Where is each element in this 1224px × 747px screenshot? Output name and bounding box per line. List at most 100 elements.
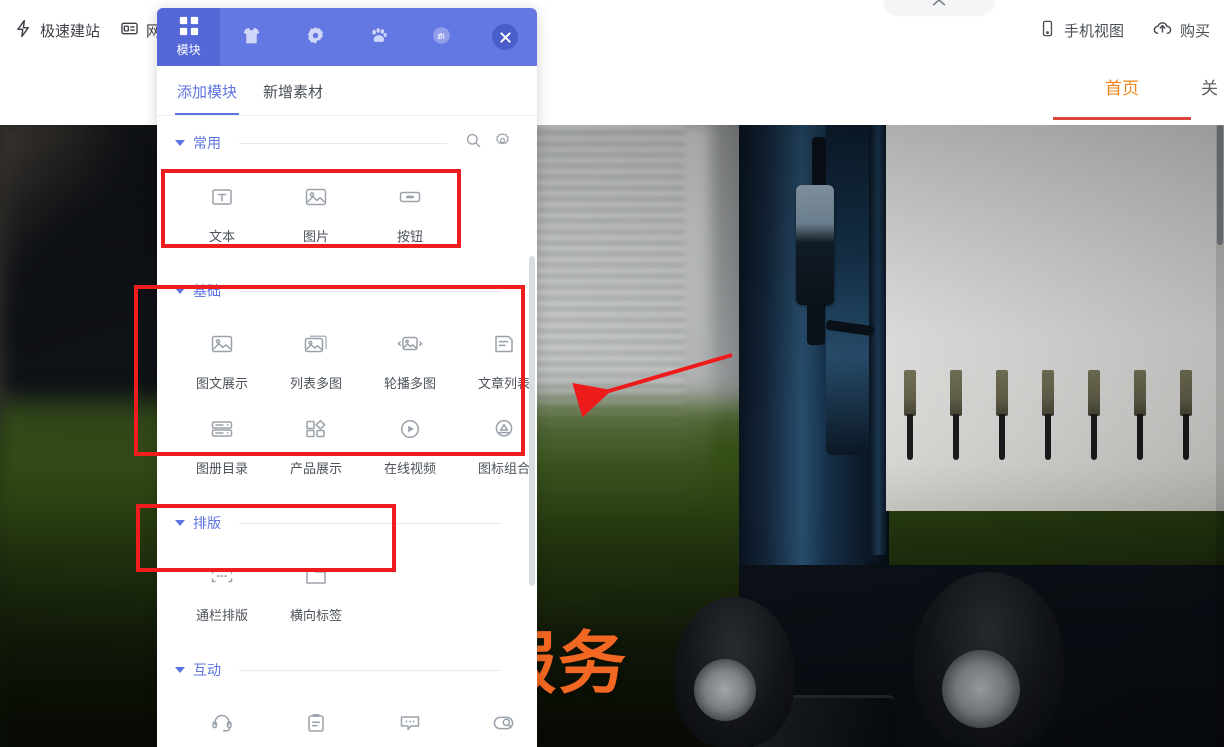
module-carousel[interactable]: 轮播多图 xyxy=(363,317,457,402)
module-text[interactable]: 文本 xyxy=(175,170,269,255)
grid-modules-icon xyxy=(179,16,199,39)
module-fullwidth-layout-label: 通栏排版 xyxy=(195,608,248,623)
panel-tab-effects[interactable] xyxy=(410,8,473,66)
module-image-list[interactable]: 列表多图 xyxy=(269,317,363,402)
module-product-grid[interactable]: 产品展示 xyxy=(269,402,363,487)
module-button[interactable]: 按钮 xyxy=(363,170,457,255)
gear-settings-icon xyxy=(305,25,326,49)
site-search-icon xyxy=(489,708,519,743)
topbar-brand[interactable]: 极速建站 xyxy=(14,19,100,42)
nav-item-home[interactable]: 首页 xyxy=(1053,74,1191,120)
module-article-list[interactable]: 文章列表 xyxy=(457,317,537,402)
icon-group-icon xyxy=(489,414,519,449)
caret-down-icon xyxy=(175,140,185,146)
panel-tab-style[interactable] xyxy=(220,8,283,66)
cloud-upload-icon xyxy=(1152,18,1173,43)
layout-card-icon xyxy=(120,19,139,42)
module-panel: 模块 添加模块 新增素材 常用 文本 图片 按钮 基础 图文展示 列表多图 轮播… xyxy=(157,8,537,747)
collapse-topbar-pill[interactable] xyxy=(884,0,994,14)
image-icon xyxy=(301,182,331,217)
module-horizontal-tabs-label: 横向标签 xyxy=(289,608,342,623)
module-site-search[interactable]: 全站搜索 xyxy=(457,696,537,747)
topbar-brand-label: 极速建站 xyxy=(40,22,101,40)
panel-tab-plugins[interactable] xyxy=(347,8,410,66)
mobile-phone-icon xyxy=(1038,19,1057,42)
section-title-common: 常用 xyxy=(193,135,221,151)
module-online-video[interactable]: 在线视频 xyxy=(363,402,457,487)
module-online-form[interactable]: 在线表单 xyxy=(269,696,363,747)
headset-support-icon xyxy=(207,708,237,743)
section-header-interactive[interactable]: 互动 xyxy=(157,644,537,688)
module-grid-common: 文本 图片 按钮 xyxy=(157,162,537,265)
module-album-catalog[interactable]: 图册目录 xyxy=(175,402,269,487)
module-grid-interactive: 在线客服 在线表单 xyxy=(157,688,537,747)
panel-close-area xyxy=(474,8,537,66)
image-list-icon xyxy=(301,329,331,364)
tab-add-module[interactable]: 添加模块 xyxy=(175,67,240,115)
paw-print-icon xyxy=(368,25,389,49)
close-icon[interactable] xyxy=(492,24,519,50)
module-online-service[interactable]: 在线客服 xyxy=(175,696,269,747)
tab-add-material-label: 新增素材 xyxy=(263,83,324,101)
module-icon-group-label: 图标组合 xyxy=(477,461,530,476)
topbar-mobile-view[interactable]: 手机视图 xyxy=(1038,19,1124,42)
carousel-icon xyxy=(395,329,425,364)
tshirt-style-icon xyxy=(241,25,262,49)
module-horizontal-tabs[interactable]: 横向标签 xyxy=(269,549,363,634)
module-image-label: 图片 xyxy=(302,229,329,244)
page-scrollbar-thumb[interactable] xyxy=(1217,125,1223,245)
module-grid-basic: 图文展示 列表多图 轮播多图 文章列表 图册目录 产品展示 在线视频 图标组合 xyxy=(157,309,537,497)
module-product-grid-label: 产品展示 xyxy=(289,461,342,476)
section-title-interactive: 互动 xyxy=(193,662,221,678)
panel-scrollbar-thumb[interactable] xyxy=(529,256,535,586)
section-header-common[interactable]: 常用 xyxy=(157,116,537,162)
module-panel-header: 模块 xyxy=(157,8,537,66)
tab-add-material[interactable]: 新增素材 xyxy=(261,67,325,115)
caret-down-icon xyxy=(175,667,185,673)
nav-item-home-label: 首页 xyxy=(1105,79,1139,98)
gear-icon[interactable] xyxy=(494,132,511,154)
module-article-list-label: 文章列表 xyxy=(477,376,530,391)
tab-add-module-label: 添加模块 xyxy=(177,83,238,101)
module-carousel-label: 轮播多图 xyxy=(383,376,436,391)
product-grid-icon xyxy=(301,414,331,449)
chevron-up-icon xyxy=(931,0,947,13)
article-list-icon xyxy=(489,329,519,364)
module-album-catalog-label: 图册目录 xyxy=(195,461,248,476)
module-fullwidth-layout[interactable]: 通栏排版 xyxy=(175,549,269,634)
lightning-icon xyxy=(14,19,33,42)
nav-item-about[interactable]: 关 xyxy=(1201,74,1218,111)
module-button-label: 按钮 xyxy=(396,229,423,244)
module-image-text[interactable]: 图文展示 xyxy=(175,317,269,402)
caret-down-icon xyxy=(175,520,185,526)
module-image[interactable]: 图片 xyxy=(269,170,363,255)
topbar-purchase-label: 购买 xyxy=(1179,22,1210,40)
module-message-submit[interactable]: 留言提交 xyxy=(363,696,457,747)
panel-tab-modules-label: 模块 xyxy=(176,43,201,57)
screen-root: 输服务 追求 首页 关 xyxy=(0,0,1224,747)
panel-scroll-body[interactable]: 常用 文本 图片 按钮 基础 图文展示 列表多图 轮播多图 文章列表 图册目录 … xyxy=(157,116,537,747)
panel-tab-strip: 添加模块 新增素材 xyxy=(157,66,537,116)
message-bubble-icon xyxy=(395,708,425,743)
search-icon[interactable] xyxy=(465,132,482,154)
topbar-purchase[interactable]: 购买 xyxy=(1152,18,1210,43)
section-title-layout: 排版 xyxy=(193,515,221,531)
module-image-list-label: 列表多图 xyxy=(289,376,342,391)
panel-tab-settings[interactable] xyxy=(284,8,347,66)
section-header-basic[interactable]: 基础 xyxy=(157,265,537,309)
section-header-layout[interactable]: 排版 xyxy=(157,497,537,541)
section-rule xyxy=(239,290,501,292)
section-title-basic: 基础 xyxy=(193,283,221,299)
fullwidth-layout-icon xyxy=(207,561,237,596)
section-rule xyxy=(239,142,447,144)
topbar-mobile-view-label: 手机视图 xyxy=(1063,22,1124,40)
section-rule xyxy=(239,522,501,524)
clipboard-form-icon xyxy=(301,708,331,743)
page-scrollbar[interactable] xyxy=(1216,125,1224,747)
module-image-text-label: 图文展示 xyxy=(195,376,248,391)
module-icon-group[interactable]: 图标组合 xyxy=(457,402,537,487)
spiral-effect-icon xyxy=(431,25,452,49)
module-text-label: 文本 xyxy=(208,229,235,244)
module-online-video-label: 在线视频 xyxy=(383,461,436,476)
panel-tab-modules[interactable]: 模块 xyxy=(157,8,221,66)
